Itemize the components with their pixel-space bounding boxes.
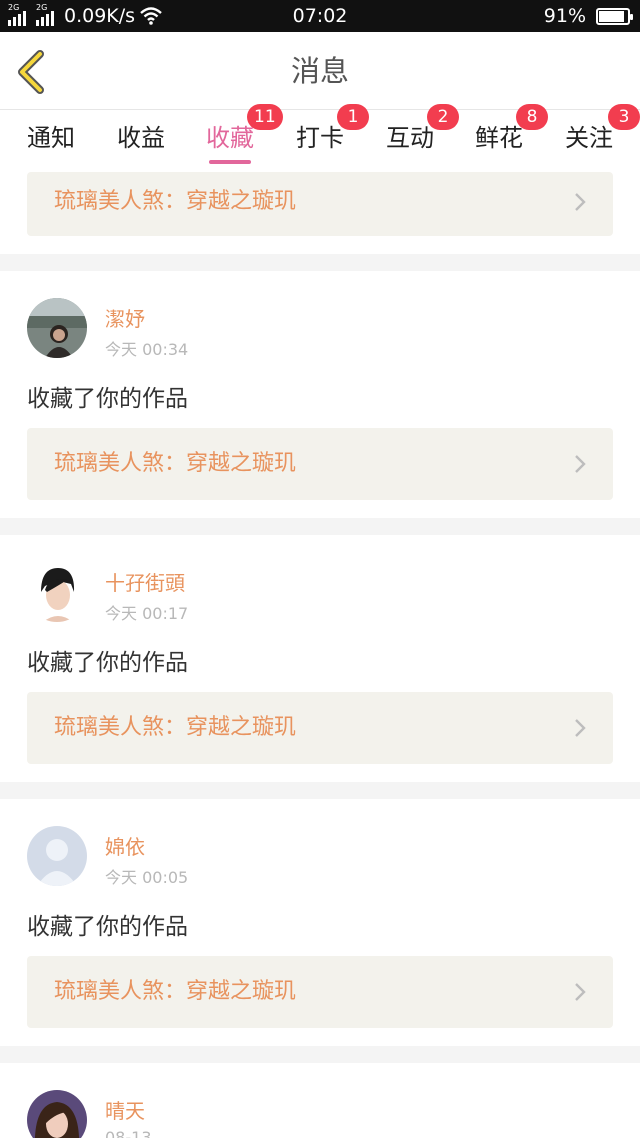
avatar-image <box>27 562 87 622</box>
avatar[interactable] <box>27 562 87 622</box>
list-item: 晴天 08-13 <box>0 1063 640 1138</box>
tab-badge: 8 <box>516 104 548 130</box>
battery-level <box>599 10 625 22</box>
tab-follow[interactable]: 关注 3 <box>560 104 640 172</box>
work-title: 琉璃美人煞：穿越之璇玑 <box>54 979 297 1004</box>
avatar[interactable] <box>27 298 87 358</box>
battery-icon <box>596 7 633 25</box>
tab-label: 收益 <box>117 124 165 152</box>
chevron-right-icon <box>575 455 586 473</box>
avatar-image <box>27 298 87 358</box>
avatar-image <box>27 1090 87 1138</box>
list-item: 琉璃美人煞：穿越之璇玑 <box>0 172 640 254</box>
tab-label: 互动 <box>386 124 434 152</box>
list-item: 十孖街頭 今天 00:17 收藏了你的作品 琉璃美人煞：穿越之璇玑 <box>0 535 640 782</box>
page-title: 消息 <box>290 54 349 88</box>
tab-interact[interactable]: 互动 2 <box>381 104 459 172</box>
default-avatar-icon <box>27 826 87 886</box>
list-item: 潔妤 今天 00:34 收藏了你的作品 琉璃美人煞：穿越之璇玑 <box>0 271 640 518</box>
work-link[interactable]: 琉璃美人煞：穿越之璇玑 <box>27 956 613 1028</box>
chevron-right-icon <box>575 193 586 211</box>
avatar[interactable] <box>27 826 87 886</box>
tab-favorites[interactable]: 收藏 11 <box>201 104 283 172</box>
battery-percent: 91% <box>543 5 586 27</box>
tab-badge: 3 <box>608 104 640 130</box>
timestamp: 今天 00:05 <box>105 868 189 887</box>
chevron-right-icon <box>575 983 586 1001</box>
tab-bar: 通知 收益 收藏 11 打卡 1 互动 2 鲜花 8 关注 3 <box>0 104 640 172</box>
tab-flowers[interactable]: 鲜花 8 <box>470 104 548 172</box>
work-link[interactable]: 琉璃美人煞：穿越之璇玑 <box>27 172 613 236</box>
tab-label: 关注 <box>565 124 613 152</box>
screen: 2G 2G 0.09K/s 07:02 91% 消息 通知 收益 收藏 11 打… <box>0 0 640 1138</box>
action-text: 收藏了你的作品 <box>27 914 188 940</box>
tab-badge: 11 <box>247 104 283 130</box>
tab-label: 鲜花 <box>475 124 523 152</box>
user-name[interactable]: 潔妤 <box>105 303 145 332</box>
tab-label: 收藏 <box>206 124 254 152</box>
timestamp: 今天 00:17 <box>105 604 189 623</box>
tab-badge: 1 <box>337 104 369 130</box>
tab-checkin[interactable]: 打卡 1 <box>291 104 369 172</box>
work-title: 琉璃美人煞：穿越之璇玑 <box>54 715 297 740</box>
avatar[interactable] <box>27 1090 87 1138</box>
tab-notify[interactable]: 通知 <box>22 110 80 172</box>
chevron-right-icon <box>575 719 586 737</box>
tab-label: 打卡 <box>296 124 344 152</box>
tab-label: 通知 <box>27 124 75 152</box>
tab-badge: 2 <box>427 104 459 130</box>
work-title: 琉璃美人煞：穿越之璇玑 <box>54 189 297 214</box>
timestamp: 今天 00:34 <box>105 340 189 359</box>
tab-earnings[interactable]: 收益 <box>112 110 170 172</box>
user-name[interactable]: 十孖街頭 <box>105 567 185 596</box>
list-item: 婂依 今天 00:05 收藏了你的作品 琉璃美人煞：穿越之璇玑 <box>0 799 640 1046</box>
action-text: 收藏了你的作品 <box>27 650 188 676</box>
user-name[interactable]: 晴天 <box>105 1095 145 1124</box>
app-header: 消息 <box>0 32 640 110</box>
active-tab-indicator <box>209 160 251 164</box>
status-right: 91% <box>543 0 633 32</box>
work-link[interactable]: 琉璃美人煞：穿越之璇玑 <box>27 428 613 500</box>
user-name[interactable]: 婂依 <box>105 831 145 860</box>
work-link[interactable]: 琉璃美人煞：穿越之璇玑 <box>27 692 613 764</box>
status-bar: 2G 2G 0.09K/s 07:02 91% <box>0 0 640 32</box>
action-text: 收藏了你的作品 <box>27 386 188 412</box>
timestamp: 08-13 <box>105 1128 152 1138</box>
work-title: 琉璃美人煞：穿越之璇玑 <box>54 451 297 476</box>
